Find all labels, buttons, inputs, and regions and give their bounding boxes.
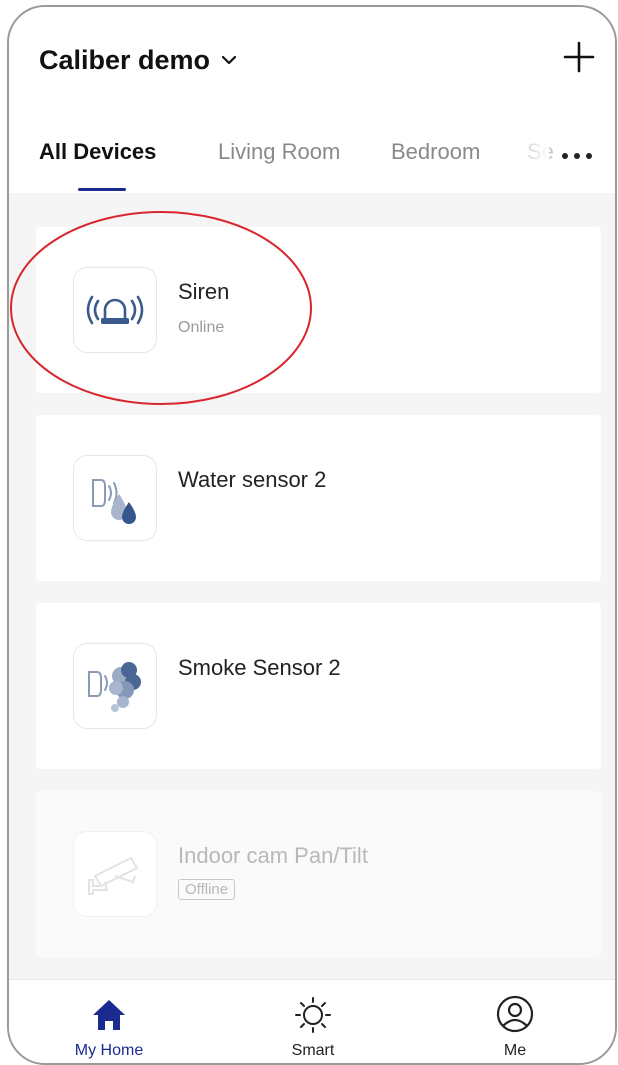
home-icon <box>93 1000 125 1030</box>
tab-label: Smart <box>291 1042 335 1059</box>
water-sensor-icon <box>92 479 136 524</box>
tab-fade <box>519 137 549 171</box>
camera-icon <box>88 856 139 895</box>
tab-living-room[interactable]: Living Room <box>218 139 340 165</box>
offline-badge: Offline <box>178 879 236 900</box>
device-icon-box <box>73 455 157 541</box>
header: Caliber demo All Devices Living Room Bed… <box>9 7 615 193</box>
active-tab-indicator <box>78 188 126 191</box>
tab-all-devices[interactable]: All Devices <box>39 139 156 165</box>
device-name: Siren <box>178 279 230 304</box>
smoke-sensor-icon <box>88 662 141 712</box>
tab-smart[interactable]: Smart <box>253 980 373 1063</box>
siren-icon <box>86 295 144 325</box>
home-selector[interactable]: Caliber demo <box>39 45 237 76</box>
plus-icon[interactable] <box>559 37 599 77</box>
device-status: Online <box>178 319 225 336</box>
device-card-indoor-cam[interactable]: Indoor cam Pan/Tilt Offline <box>36 791 601 957</box>
device-card-smoke-sensor[interactable]: Smoke Sensor 2 <box>36 603 601 769</box>
device-card-siren[interactable]: Siren Online <box>36 227 601 393</box>
device-name: Water sensor 2 <box>178 467 327 492</box>
tab-bedroom[interactable]: Bedroom <box>391 139 480 165</box>
device-icon-box <box>73 831 157 917</box>
device-card-water-sensor[interactable]: Water sensor 2 <box>36 415 601 581</box>
home-name: Caliber demo <box>39 45 211 75</box>
device-list: Siren Online Water sensor 2 Smoke Sensor… <box>36 227 601 979</box>
tab-label: My Home <box>74 1042 144 1059</box>
bottom-tab-bar: My Home Smart Me <box>9 979 615 1063</box>
sun-icon <box>295 997 331 1033</box>
device-name: Smoke Sensor 2 <box>178 655 341 680</box>
chevron-down-icon <box>222 56 237 65</box>
tab-me[interactable]: Me <box>455 980 575 1063</box>
device-icon-box <box>73 267 157 353</box>
phone-frame: Caliber demo All Devices Living Room Bed… <box>7 5 617 1065</box>
device-icon-box <box>73 643 157 729</box>
device-name: Indoor cam Pan/Tilt <box>178 843 368 868</box>
tab-label: Me <box>503 1042 527 1059</box>
user-icon <box>496 995 534 1033</box>
room-tabs: All Devices Living Room Bedroom Se <box>39 139 595 179</box>
more-dots-icon[interactable] <box>559 149 599 163</box>
tab-my-home[interactable]: My Home <box>49 980 169 1063</box>
